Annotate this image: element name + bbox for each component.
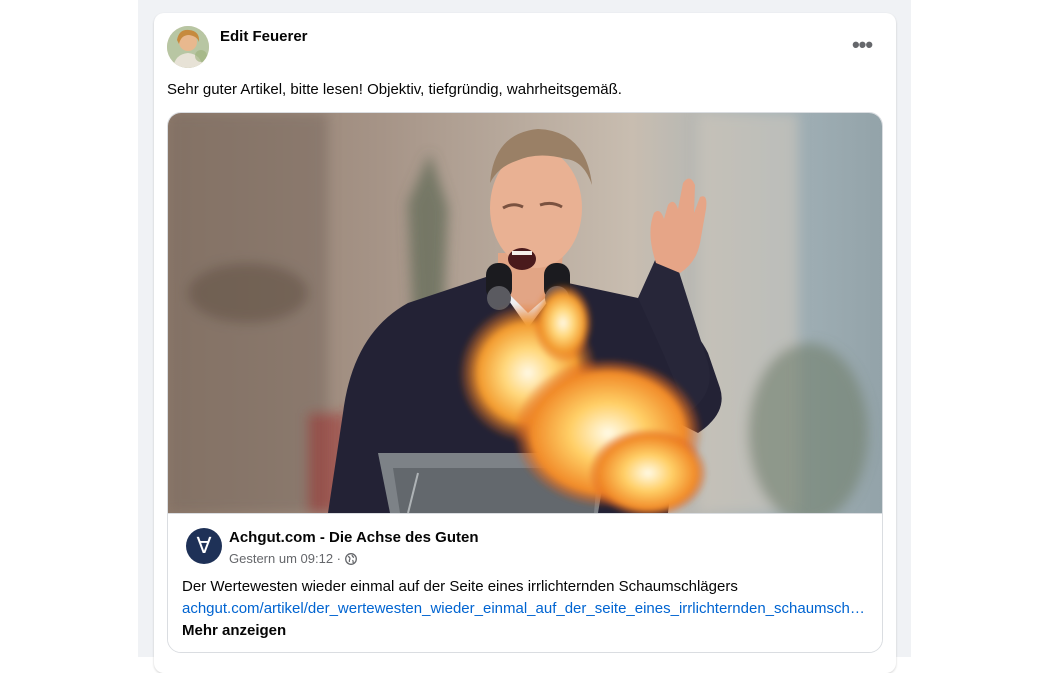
post-options-button[interactable]: ••• <box>848 33 876 57</box>
source-meta: Gestern um 09:12 · <box>229 551 357 566</box>
article-title[interactable]: Der Wertewesten wieder einmal auf der Se… <box>182 578 872 595</box>
source-name[interactable]: Achgut.com - Die Achse des Guten <box>229 529 479 546</box>
author-avatar[interactable] <box>167 26 209 68</box>
author-name[interactable]: Edit Feuerer <box>220 28 308 45</box>
article-image[interactable] <box>168 113 882 513</box>
article-url-link[interactable]: achgut.com/artikel/der_wertewesten_wiede… <box>182 600 868 617</box>
post-card: Edit Feuerer ••• Sehr guter Artikel, bit… <box>154 13 896 673</box>
show-more-button[interactable]: Mehr anzeigen <box>182 622 286 639</box>
link-preview-card[interactable]: ∀ Achgut.com - Die Achse des Guten Geste… <box>167 112 883 653</box>
globe-icon <box>345 552 357 565</box>
post-timestamp[interactable]: Gestern um 09:12 · <box>229 551 341 566</box>
ellipsis-icon: ••• <box>851 32 873 57</box>
link-preview-footer[interactable]: ∀ Achgut.com - Die Achse des Guten Geste… <box>168 513 882 652</box>
post-text: Sehr guter Artikel, bitte lesen! Objekti… <box>167 81 622 98</box>
source-logo[interactable]: ∀ <box>186 528 222 564</box>
